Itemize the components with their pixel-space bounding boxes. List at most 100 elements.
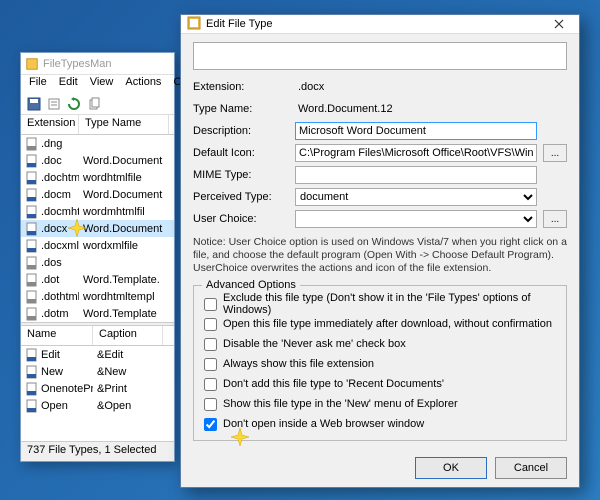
table-row[interactable]: .dochtmlwordhtmlfile <box>21 169 174 186</box>
table-row[interactable]: .docxmlwordxmlfile <box>21 237 174 254</box>
ext-cell: .docx <box>21 222 79 236</box>
type-cell: Word.Template <box>79 308 169 320</box>
ext-cell: .docm <box>21 188 79 202</box>
toolbar-refresh-icon[interactable] <box>65 95 83 113</box>
table-row[interactable]: .dng <box>21 135 174 152</box>
type-cell: wordmhtmlfil <box>79 206 169 218</box>
table-row[interactable]: .dotmWord.Template <box>21 305 174 322</box>
menu-file[interactable]: File <box>23 75 53 93</box>
list-header: Extension Type Name <box>21 115 174 135</box>
dialog-titlebar[interactable]: Edit File Type <box>181 15 579 34</box>
checkbox-row: Disable the 'Never ask me' check box <box>204 334 556 354</box>
table-row[interactable]: Edit&Edit <box>21 346 174 363</box>
caption-cell: &Print <box>93 383 163 395</box>
table-row[interactable]: New&New <box>21 363 174 380</box>
name-cell: New <box>21 365 93 379</box>
file-icon <box>25 137 39 151</box>
menu-view[interactable]: View <box>84 75 120 93</box>
userchoice-label: User Choice: <box>193 213 289 225</box>
ext-cell: .dotm <box>21 307 79 321</box>
file-icon <box>25 273 39 287</box>
type-cell: wordhtmlfile <box>79 172 169 184</box>
col-name[interactable]: Name <box>21 326 93 345</box>
checkbox-2[interactable] <box>204 338 217 351</box>
perceived-select[interactable]: document <box>295 188 537 206</box>
description-input[interactable] <box>295 122 537 140</box>
browse-icon-button[interactable]: ... <box>543 144 567 162</box>
checkbox-0[interactable] <box>204 298 217 311</box>
file-icon <box>25 171 39 185</box>
dialog-app-icon <box>187 16 201 33</box>
checkbox-label: Don't open inside a Web browser window <box>223 418 424 430</box>
table-row[interactable]: .docxWord.Document <box>21 220 174 237</box>
caption-cell: &Open <box>93 400 163 412</box>
mimetype-label: MIME Type: <box>193 169 289 181</box>
checkbox-3[interactable] <box>204 358 217 371</box>
table-row[interactable]: .docWord.Document <box>21 152 174 169</box>
browse-userchoice-button[interactable]: ... <box>543 210 567 228</box>
file-icon <box>25 382 39 396</box>
cancel-button[interactable]: Cancel <box>495 457 567 479</box>
ext-cell: .doc <box>21 154 79 168</box>
ok-button[interactable]: OK <box>415 457 487 479</box>
col-caption[interactable]: Caption <box>93 326 163 345</box>
menubar: File Edit View Actions Option <box>21 75 174 93</box>
checkbox-label: Always show this file extension <box>223 358 374 370</box>
type-cell: wordxmlfile <box>79 240 169 252</box>
defaulticon-label: Default Icon: <box>193 147 289 159</box>
checkbox-label: Exclude this file type (Don't show it in… <box>223 292 556 316</box>
advanced-options-group: Advanced Options Exclude this file type … <box>193 285 567 441</box>
checkbox-label: Don't add this file type to 'Recent Docu… <box>223 378 444 390</box>
ext-cell: .dos <box>21 256 79 270</box>
checkbox-row: Always show this file extension <box>204 354 556 374</box>
toolbar <box>21 93 174 115</box>
checkbox-row: Don't add this file type to 'Recent Docu… <box>204 374 556 394</box>
actions-listview[interactable]: Name Caption Edit&EditNew&NewOnenotePrin… <box>21 326 174 414</box>
toolbar-copy-icon[interactable] <box>85 95 103 113</box>
caption-cell: &New <box>93 366 163 378</box>
mimetype-input[interactable] <box>295 166 537 184</box>
main-titlebar[interactable]: FileTypesMan <box>21 53 174 75</box>
menu-actions[interactable]: Actions <box>119 75 167 93</box>
col-typename[interactable]: Type Name <box>79 115 169 134</box>
checkbox-label: Disable the 'Never ask me' check box <box>223 338 406 350</box>
actions-header: Name Caption <box>21 326 174 346</box>
defaulticon-input[interactable] <box>295 144 537 162</box>
col-extension[interactable]: Extension <box>21 115 79 134</box>
dialog-title: Edit File Type <box>206 18 545 30</box>
file-icon <box>25 239 39 253</box>
type-cell: Word.Document <box>79 155 169 167</box>
checkbox-5[interactable] <box>204 398 217 411</box>
toolbar-props-icon[interactable] <box>45 95 63 113</box>
toolbar-save-icon[interactable] <box>25 95 43 113</box>
menu-edit[interactable]: Edit <box>53 75 84 93</box>
table-row[interactable]: .docmWord.Document <box>21 186 174 203</box>
checkbox-row: Don't open inside a Web browser window <box>204 414 556 434</box>
table-row[interactable]: .docmhtmlwordmhtmlfil <box>21 203 174 220</box>
perceived-label: Perceived Type: <box>193 191 289 203</box>
checkbox-4[interactable] <box>204 378 217 391</box>
type-cell: Word.Document <box>79 189 169 201</box>
filetypesman-window: FileTypesMan File Edit View Actions Opti… <box>20 52 175 462</box>
file-icon <box>25 290 39 304</box>
checkbox-6[interactable] <box>204 418 217 431</box>
checkbox-1[interactable] <box>204 318 217 331</box>
main-listview[interactable]: Extension Type Name .dng.docWord.Documen… <box>21 115 174 322</box>
table-row[interactable]: .dothtmlwordhtmltempl <box>21 288 174 305</box>
checkbox-row: Show this file type in the 'New' menu of… <box>204 394 556 414</box>
table-row[interactable]: OnenotePrin...&Print <box>21 380 174 397</box>
file-icon <box>25 188 39 202</box>
checkbox-row: Exclude this file type (Don't show it in… <box>204 294 556 314</box>
ext-cell: .dot <box>21 273 79 287</box>
file-icon <box>25 205 39 219</box>
table-row[interactable]: .dos <box>21 254 174 271</box>
table-row[interactable]: .dotWord.Template. <box>21 271 174 288</box>
file-icon <box>25 399 39 413</box>
close-button[interactable] <box>545 15 573 33</box>
file-icon <box>25 307 39 321</box>
app-icon <box>25 57 39 71</box>
userchoice-select[interactable] <box>295 210 537 228</box>
ext-cell: .dochtml <box>21 171 79 185</box>
table-row[interactable]: Open&Open <box>21 397 174 414</box>
checkbox-label: Show this file type in the 'New' menu of… <box>223 398 458 410</box>
